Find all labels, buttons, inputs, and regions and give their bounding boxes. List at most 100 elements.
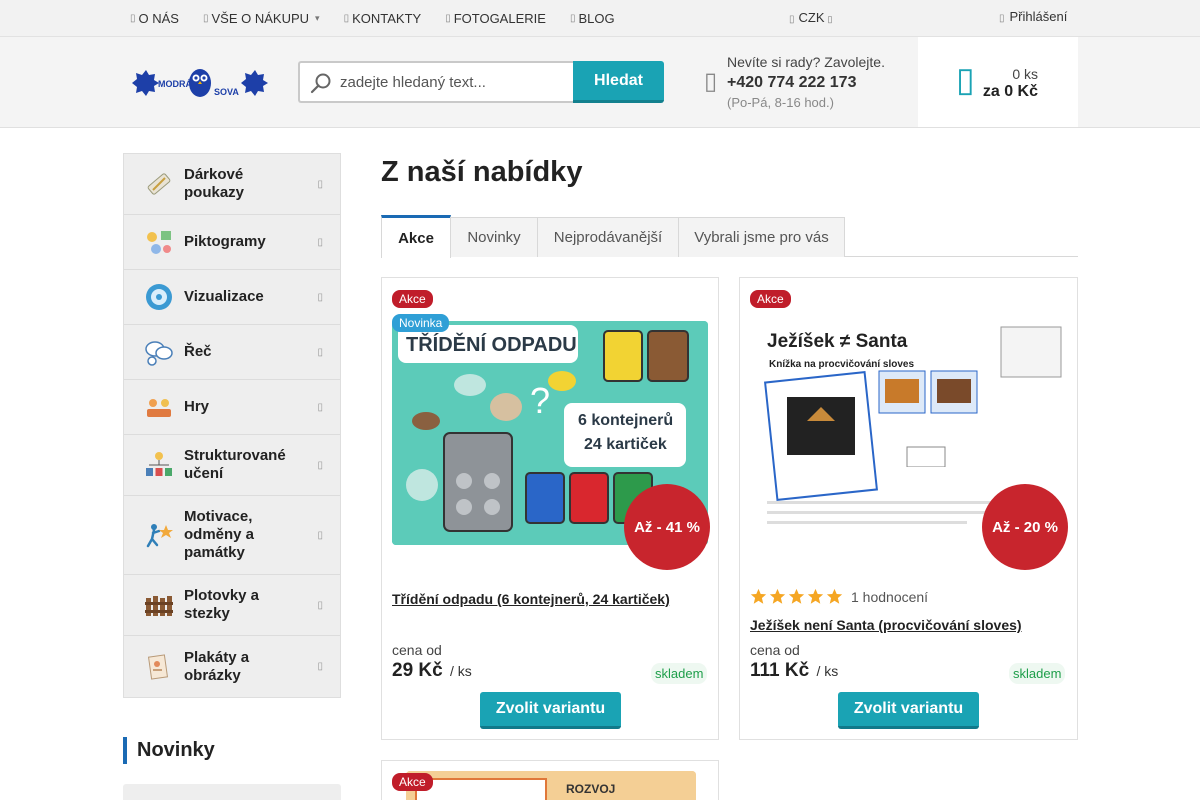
sidebar-item-plotovky[interactable]: Plotovky a stezky ▯	[124, 575, 340, 636]
structured-learning-icon	[144, 450, 174, 480]
rating: 1 hodnocení	[750, 588, 928, 605]
square-icon: ▯	[343, 12, 350, 24]
chevron-right-icon: ▯	[317, 236, 323, 248]
product-card[interactable]: TŘÍDĚNÍ ODPADU ? 6 kontejnerů 24 kartiče…	[381, 277, 719, 740]
poster-icon	[144, 652, 174, 682]
square-icon: ▯	[445, 12, 451, 24]
chevron-right-icon: ▯	[317, 529, 323, 541]
choose-variant-button[interactable]: Zvolit variantu	[838, 692, 979, 729]
tab-vybrali-jsme[interactable]: Vybrali jsme pro vás	[678, 217, 845, 257]
sidebar-item-label: Dárkové poukazy	[184, 166, 245, 201]
star-icon	[750, 588, 767, 604]
cart[interactable]: ▯ 0 ks za 0 Kč	[918, 37, 1078, 127]
category-sidebar: Dárkové poukazy ▯ Piktogramy ▯ Vizualiza…	[123, 153, 341, 698]
new-badge: Novinka	[392, 314, 450, 332]
nav-label: O NÁS	[138, 10, 179, 26]
search-icon	[310, 73, 331, 94]
star-icon	[826, 588, 843, 604]
sidebar-item-vizualizace[interactable]: Vizualizace ▯	[124, 270, 340, 325]
speech-bubbles-icon	[144, 337, 174, 367]
currency-label: CZK	[798, 10, 825, 25]
stock-status: skladem	[651, 663, 708, 684]
sidebar-item-label: Vizualizace	[184, 288, 264, 305]
gift-voucher-icon	[144, 169, 174, 199]
sidebar-item-plakaty[interactable]: Plakáty a obrázky ▯	[124, 636, 340, 697]
image-title: TŘÍDĚNÍ ODPADU	[406, 332, 577, 356]
news-item[interactable]	[123, 784, 341, 800]
svg-text:?: ?	[530, 380, 550, 421]
sidebar-item-label: Plotovky a stezky	[184, 587, 260, 622]
chevron-down-icon: ▾	[315, 12, 320, 23]
product-name-link[interactable]: Ježíšek není Santa (procvičování sloves)	[750, 617, 1022, 633]
sidebar-item-hry[interactable]: Hry ▯	[124, 380, 340, 435]
sidebar-item-strukturovane-uceni[interactable]: Strukturované učení ▯	[124, 435, 340, 496]
sidebar-item-label: Motivace, odměny a památky	[184, 508, 255, 561]
product-card[interactable]: Ježíšek ≠ Santa Knížka na procvičování s…	[739, 277, 1078, 740]
price-value: 29 Kč	[392, 660, 443, 681]
login-label: Přihlášení	[1009, 9, 1068, 24]
price-label: cena od	[750, 642, 800, 658]
stock-status: skladem	[1009, 663, 1066, 684]
offer-tabs: Akce Novinky Nejprodávanější Vybrali jsm…	[381, 215, 1078, 258]
top-navigation: ▯ O NÁS ▯ VŠE O NÁKUPU ▾ ▯ KONTAKTY ▯ FOTOGAL…	[130, 0, 639, 36]
help-question: Nevíte si rady? Zavolejte.	[727, 54, 885, 70]
currency-selector[interactable]: ▯ CZK ▯	[789, 10, 832, 25]
search-input[interactable]	[340, 63, 570, 101]
chevron-right-icon: ▯	[317, 401, 323, 413]
nav-blog[interactable]: ▯ BLOG	[570, 11, 615, 26]
fence-icon	[144, 590, 174, 620]
choose-variant-button[interactable]: Zvolit variantu	[480, 692, 621, 729]
page-title: Z naší nabídky	[381, 156, 583, 188]
price: 111 Kč / ks	[750, 660, 838, 682]
cart-icon: ▯	[956, 61, 975, 99]
square-icon: ▯	[789, 14, 795, 25]
motivation-icon	[144, 520, 174, 550]
news-heading: Novinky	[123, 737, 215, 764]
star-icon	[788, 588, 805, 604]
image-sub2: 24 kartiček	[584, 436, 667, 453]
user-icon: ▯	[999, 13, 1005, 24]
opening-hours: (Po-Pá, 8-16 hod.)	[727, 95, 834, 110]
logo[interactable]: MODRÁ SOVA	[130, 66, 270, 100]
phone-icon: ▯	[704, 68, 718, 95]
logo-owl-icon: MODRÁ SOVA	[132, 69, 268, 97]
sidebar-item-piktogramy[interactable]: Piktogramy ▯	[124, 215, 340, 270]
nav-vse-o-nakupu[interactable]: ▯ VŠE O NÁKUPU ▾	[203, 11, 320, 26]
logo-text-right: SOVA	[214, 87, 239, 97]
nav-fotogalerie[interactable]: ▯ FOTOGALERIE	[445, 11, 546, 26]
price: 29 Kč / ks	[392, 660, 472, 682]
rating-count: 1 hodnocení	[851, 588, 929, 605]
search-box	[298, 61, 574, 103]
top-bar: ▯ O NÁS ▯ VŠE O NÁKUPU ▾ ▯ KONTAKTY ▯ FOTOGAL…	[0, 0, 1200, 37]
search-button[interactable]: Hledat	[573, 61, 664, 103]
nav-label: FOTOGALERIE	[453, 10, 546, 26]
phone-number[interactable]: +420 774 222 173	[727, 74, 885, 92]
sidebar-item-darkove-poukazy[interactable]: Dárkové poukazy ▯	[124, 154, 340, 215]
pictogram-icon	[144, 227, 174, 257]
visualization-icon	[144, 282, 174, 312]
chevron-right-icon: ▯	[317, 178, 323, 190]
price-value: 111 Kč	[750, 660, 810, 681]
product-image[interactable]: ROZVOJ	[406, 771, 696, 800]
sidebar-item-motivace[interactable]: Motivace, odměny a památky ▯	[124, 496, 340, 575]
nav-kontakty[interactable]: ▯ KONTAKTY	[344, 11, 422, 26]
login-link[interactable]: ▯ Přihlášení	[999, 9, 1067, 24]
discount-badge: Až - 41 %	[624, 484, 710, 570]
product-card[interactable]: ROZVOJ Akce	[381, 760, 719, 800]
sidebar-item-rec[interactable]: Řeč ▯	[124, 325, 340, 380]
image-title: ROZVOJ	[566, 782, 615, 796]
sidebar-item-label: Řeč	[184, 343, 212, 360]
image-title: Ježíšek ≠ Santa	[767, 331, 908, 352]
tab-nejprodavanejsi[interactable]: Nejprodávanější	[537, 217, 679, 257]
chevron-down-icon: ▯	[827, 14, 833, 24]
product-image-art: ROZVOJ	[406, 771, 696, 800]
square-icon: ▯	[569, 12, 576, 24]
sidebar-item-label: Plakáty a obrázky	[184, 648, 250, 684]
nav-label: BLOG	[578, 10, 615, 26]
nav-label: KONTAKTY	[352, 10, 422, 26]
product-name-link[interactable]: Třídění odpadu (6 kontejnerů, 24 kartiče…	[392, 591, 670, 607]
nav-o-nas[interactable]: ▯ O NÁS	[130, 11, 179, 26]
tab-novinky[interactable]: Novinky	[450, 217, 538, 257]
square-icon: ▯	[130, 12, 136, 24]
tab-akce[interactable]: Akce	[381, 215, 451, 258]
